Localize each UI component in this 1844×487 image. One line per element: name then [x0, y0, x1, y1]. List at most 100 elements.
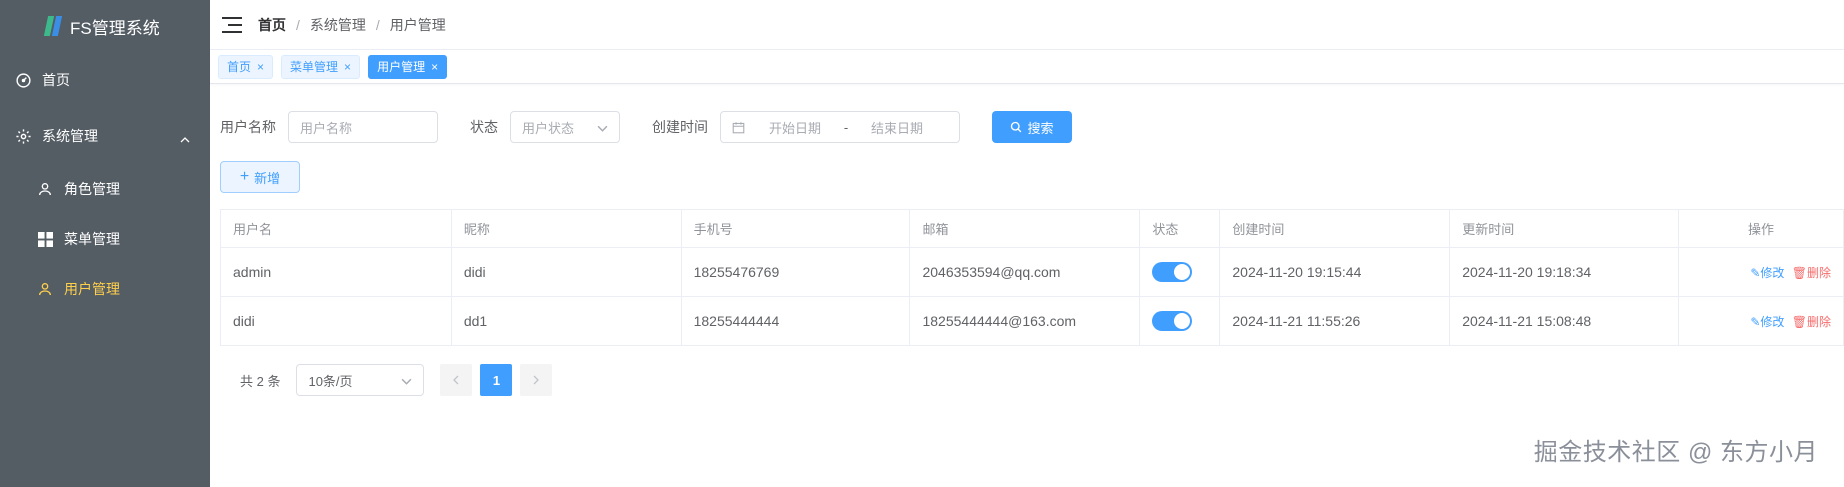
pagination: 共 2 条 10条/页 1	[220, 364, 1834, 396]
cell-username: didi	[220, 296, 452, 346]
page-size-select[interactable]: 10条/页	[296, 364, 425, 396]
chevron-down-icon	[597, 120, 608, 135]
sidebar-item-home[interactable]: 首页	[0, 52, 210, 108]
edit-button[interactable]: ✎修改	[1750, 315, 1784, 329]
cell-updated: 2024-11-20 19:18:34	[1449, 247, 1680, 297]
breadcrumb-current: 用户管理	[389, 16, 446, 33]
tab-home[interactable]: 首页 ×	[218, 54, 274, 79]
breadcrumb-home[interactable]: 首页	[258, 15, 286, 35]
trash-icon: 🗑︎	[1791, 314, 1807, 329]
column-header: 昵称	[450, 209, 682, 248]
sidebar-item-label: 系统管理	[42, 128, 98, 144]
search-button[interactable]: 搜索	[992, 111, 1072, 143]
end-date-placeholder: 结束日期	[870, 120, 923, 136]
next-page-button[interactable]	[520, 364, 553, 396]
cell-email: 18255444444@163.com	[909, 296, 1141, 346]
cell-actions: ✎修改 🗑︎删除	[1678, 247, 1844, 297]
main-area: 首页 / 系统管理 / 用户管理 首页 × 菜单管理 × 用户管理 × 用户名称…	[210, 0, 1844, 487]
sidebar-item-label: 首页	[42, 72, 70, 88]
username-label: 用户名称	[220, 119, 276, 135]
delete-label: 删除	[1806, 265, 1831, 280]
start-date-placeholder: 开始日期	[768, 120, 821, 136]
edit-icon: ✎	[1750, 314, 1761, 329]
sidebar-item-system[interactable]: 系统管理	[0, 108, 210, 164]
table-row: didi dd1 18255444444 18255444444@163.com…	[220, 296, 1844, 346]
gear-icon	[14, 127, 32, 145]
breadcrumb-system: 系统管理	[309, 16, 366, 33]
search-form: 用户名称 用户名称 状态 用户状态 创建时间 开始日期 - 结束日期 搜索	[220, 99, 1834, 155]
breadcrumb-separator: /	[375, 16, 380, 33]
status-placeholder: 用户状态	[522, 120, 575, 136]
pagination-total: 共 2 条	[240, 373, 281, 389]
prev-page-button[interactable]	[440, 364, 473, 396]
date-range-picker[interactable]: 开始日期 - 结束日期	[720, 111, 960, 143]
calendar-icon	[732, 121, 745, 134]
chevron-left-icon	[453, 373, 459, 388]
edit-icon: ✎	[1750, 265, 1761, 280]
cell-created: 2024-11-21 11:55:26	[1219, 296, 1451, 346]
add-user-button[interactable]: + 新增	[220, 161, 300, 193]
column-header: 操作	[1678, 209, 1844, 248]
tab-label: 首页	[227, 60, 252, 74]
tab-menu[interactable]: 菜单管理 ×	[281, 54, 361, 79]
user-table: 用户名 昵称 手机号 邮箱 状态 创建时间 更新时间 操作 admin didi…	[220, 209, 1844, 346]
search-icon	[1010, 121, 1022, 133]
dashboard-icon	[14, 71, 32, 89]
tags-view: 首页 × 菜单管理 × 用户管理 ×	[210, 50, 1844, 84]
sidebar-item-user[interactable]: 用户管理	[0, 264, 210, 314]
status-switch[interactable]	[1152, 311, 1193, 331]
add-button-label: 新增	[254, 170, 281, 186]
search-button-label: 搜索	[1027, 120, 1054, 136]
chevron-right-icon	[533, 373, 540, 388]
cell-created: 2024-11-20 19:15:44	[1219, 247, 1451, 297]
chevron-up-icon	[180, 130, 190, 146]
tab-label: 菜单管理	[290, 60, 339, 74]
app-title: FS管理系统	[70, 18, 160, 38]
table-header-row: 用户名 昵称 手机号 邮箱 状态 创建时间 更新时间 操作	[220, 209, 1844, 248]
status-switch[interactable]	[1152, 262, 1193, 282]
column-header: 创建时间	[1219, 209, 1451, 248]
tab-label: 用户管理	[377, 60, 426, 74]
trash-icon: 🗑︎	[1791, 265, 1807, 280]
close-icon[interactable]: ×	[257, 60, 264, 74]
created-time-label: 创建时间	[652, 119, 708, 135]
column-header: 用户名	[220, 209, 452, 248]
delete-button[interactable]: 🗑︎删除	[1792, 315, 1831, 329]
page-number-button[interactable]: 1	[480, 364, 513, 396]
watermark: 掘金技术社区 @ 东方小月	[1533, 439, 1818, 466]
table-row: admin didi 18255476769 2046353594@qq.com…	[220, 247, 1844, 297]
username-input[interactable]: 用户名称	[288, 111, 438, 143]
cell-phone: 18255476769	[680, 247, 911, 297]
status-label: 状态	[470, 119, 498, 135]
navbar: 首页 / 系统管理 / 用户管理	[210, 0, 1844, 50]
column-header: 手机号	[680, 209, 911, 248]
edit-label: 修改	[1760, 265, 1785, 280]
user-icon	[36, 280, 54, 298]
tab-user[interactable]: 用户管理 ×	[368, 54, 448, 79]
sidebar-item-label: 角色管理	[64, 181, 120, 197]
cell-email: 2046353594@qq.com	[909, 247, 1141, 297]
hamburger-icon[interactable]	[222, 16, 242, 33]
edit-label: 修改	[1760, 314, 1785, 329]
cell-actions: ✎修改 🗑︎删除	[1678, 296, 1844, 346]
close-icon[interactable]: ×	[344, 60, 351, 74]
sidebar-item-menu[interactable]: 菜单管理	[0, 214, 210, 264]
breadcrumb-separator: /	[296, 16, 300, 33]
column-header: 状态	[1139, 209, 1221, 248]
sidebar-item-role[interactable]: 角色管理	[0, 164, 210, 214]
grid-icon	[36, 230, 54, 248]
cell-nickname: didi	[450, 247, 682, 297]
delete-button[interactable]: 🗑︎删除	[1792, 266, 1831, 280]
plus-icon: +	[239, 168, 250, 185]
edit-button[interactable]: ✎修改	[1750, 266, 1784, 280]
delete-label: 删除	[1806, 314, 1831, 329]
sidebar-item-label: 用户管理	[64, 281, 120, 297]
column-header: 邮箱	[909, 209, 1141, 248]
username-placeholder: 用户名称	[300, 120, 353, 136]
cell-status	[1139, 247, 1221, 297]
close-icon[interactable]: ×	[431, 60, 438, 74]
app-logo[interactable]: FS管理系统	[0, 0, 210, 52]
range-separator: -	[843, 119, 849, 135]
status-select[interactable]: 用户状态	[510, 111, 620, 143]
sidebar: FS管理系统 首页 系统管理 角色管理 菜单管理 用户管理	[0, 0, 210, 487]
